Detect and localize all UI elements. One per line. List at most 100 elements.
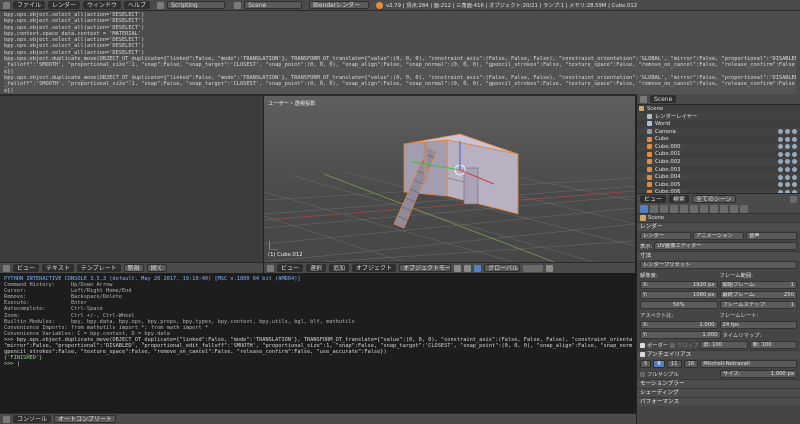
scene-tab-icon[interactable] xyxy=(660,205,668,213)
frame-step-field[interactable]: フレームステップ: 1 xyxy=(719,301,797,309)
eye-icon[interactable] xyxy=(778,159,783,165)
layer-buttons-icon[interactable] xyxy=(523,264,544,272)
pivot-point-icon[interactable] xyxy=(464,264,472,272)
select-arrow-icon[interactable] xyxy=(785,174,790,180)
text-editor-area[interactable] xyxy=(0,96,263,262)
camera-render-icon[interactable] xyxy=(792,151,797,157)
border-checkbox[interactable] xyxy=(640,342,645,348)
frame-end-field[interactable]: 最終フレーム: 250 xyxy=(719,291,797,299)
full-sample-checkbox[interactable] xyxy=(640,371,645,377)
scene-icon[interactable] xyxy=(234,1,242,9)
outliner-item[interactable]: Cube.002 xyxy=(637,158,800,166)
render-image-button[interactable]: レンダー xyxy=(640,232,691,240)
menu-add[interactable]: 追加 xyxy=(329,264,350,272)
aa-samples-8[interactable]: 8 xyxy=(653,360,665,368)
outliner-tree[interactable]: Scene レンダーレイヤー World Camera Cube Cube.000 Cube… xyxy=(637,105,800,193)
menu-text[interactable]: テキスト xyxy=(42,264,74,272)
editor-type-icon[interactable] xyxy=(267,264,274,272)
viewport-shading-icon[interactable] xyxy=(454,264,462,272)
resolution-y-field[interactable]: Y: 1080 px xyxy=(640,291,718,299)
shading-panel-header[interactable]: シェーディング xyxy=(637,388,800,397)
anti-aliasing-checkbox[interactable] xyxy=(640,352,645,357)
texture-tab-icon[interactable] xyxy=(730,205,738,213)
select-arrow-icon[interactable] xyxy=(785,167,790,173)
camera-render-icon[interactable] xyxy=(792,144,797,150)
manipulator-icon[interactable] xyxy=(474,264,482,272)
area-divider[interactable] xyxy=(263,96,264,273)
outliner-item[interactable]: Cube.000 xyxy=(637,142,800,151)
info-log[interactable]: bpy.ops.object.select_all(action='DESELE… xyxy=(0,11,800,94)
outliner-item[interactable]: レンダーレイヤー xyxy=(637,112,800,120)
menu-console[interactable]: コンソール xyxy=(13,415,52,423)
menu-templates[interactable]: テンプレート xyxy=(76,264,121,272)
menu-window[interactable]: ウィンドウ xyxy=(83,1,122,9)
scene-filter-select[interactable]: 全てのシーン xyxy=(692,195,737,203)
menu-file[interactable]: ファイル xyxy=(13,1,46,9)
object-tab-icon[interactable] xyxy=(680,205,688,213)
visibility-toggles[interactable] xyxy=(778,136,800,142)
scene-select[interactable]: Scene xyxy=(244,1,303,9)
resolution-x-field[interactable]: X: 1920 px xyxy=(640,281,718,289)
modifiers-tab-icon[interactable] xyxy=(700,205,708,213)
search-icon[interactable] xyxy=(790,195,797,203)
properties-editor[interactable]: Scene レンダー レンダー アニメーション 音声 表示: UV画像エディター… xyxy=(637,204,800,424)
outliner-item[interactable]: Cube xyxy=(637,135,800,143)
eye-icon[interactable] xyxy=(778,174,783,180)
outliner-item[interactable]: Cube.004 xyxy=(637,173,800,181)
select-arrow-icon[interactable] xyxy=(785,144,790,150)
aspect-x-field[interactable]: X: 1.000 xyxy=(640,321,718,329)
dimensions-panel-header[interactable]: 寸法 xyxy=(637,251,800,260)
aa-filter-select[interactable]: Mitchell-Netravali xyxy=(700,360,797,368)
camera-render-icon[interactable] xyxy=(792,174,797,180)
aspect-y-field[interactable]: Y: 1.000 xyxy=(640,331,721,339)
visibility-toggles[interactable] xyxy=(778,151,800,157)
outliner-item[interactable]: Camera xyxy=(637,127,800,136)
world-tab-icon[interactable] xyxy=(670,205,678,213)
menu-help[interactable]: ヘルプ xyxy=(124,1,151,9)
editor-type-icon[interactable] xyxy=(3,264,10,272)
visibility-toggles[interactable] xyxy=(778,159,800,165)
render-layers-tab-icon[interactable] xyxy=(650,205,658,213)
menu-object[interactable]: オブジェクト xyxy=(352,264,397,272)
visibility-toggles[interactable] xyxy=(778,182,800,188)
eye-icon[interactable] xyxy=(778,136,783,142)
render-tab-icon[interactable] xyxy=(640,205,648,213)
select-arrow-icon[interactable] xyxy=(785,129,790,135)
material-tab-icon[interactable] xyxy=(720,205,728,213)
eye-icon[interactable] xyxy=(778,182,783,188)
outliner-item[interactable]: World xyxy=(637,120,800,128)
menu-select[interactable]: 選択 xyxy=(306,264,327,272)
3d-viewport[interactable]: ユーザー・透視投影 (1) Cube.012 xyxy=(264,96,635,262)
visibility-toggles[interactable] xyxy=(778,144,800,150)
menu-search[interactable]: 検索 xyxy=(669,195,690,203)
editor-type-icon[interactable] xyxy=(3,415,10,423)
eye-icon[interactable] xyxy=(778,144,783,150)
motion-blur-panel-header[interactable]: モーションブラー xyxy=(637,379,800,388)
frame-start-field[interactable]: 開始フレーム: 1 xyxy=(719,281,797,289)
open-text-button[interactable]: 開く xyxy=(146,264,167,272)
menu-render[interactable]: レンダー xyxy=(48,1,81,9)
performance-panel-header[interactable]: パフォーマンス xyxy=(637,397,800,406)
select-arrow-icon[interactable] xyxy=(785,182,790,188)
outliner-item[interactable]: Cube.005 xyxy=(637,181,800,189)
render-preset-select[interactable]: レンダープリセット xyxy=(640,261,797,269)
python-console[interactable]: PYTHON INTERACTIVE CONSOLE 3.5.3 (defaul… xyxy=(0,273,636,413)
menu-view[interactable]: ビュー xyxy=(277,264,304,272)
outliner-item[interactable]: Cube.001 xyxy=(637,151,800,159)
transform-orientation-select[interactable]: グローバル xyxy=(484,264,521,272)
screen-layout-icon[interactable] xyxy=(157,1,165,9)
filter-size-field[interactable]: サイズ: 1.000 px xyxy=(720,370,797,378)
aa-samples-11[interactable]: 11 xyxy=(666,360,682,368)
aa-samples-5[interactable]: 5 xyxy=(640,360,652,368)
camera-render-icon[interactable] xyxy=(792,136,797,142)
eye-icon[interactable] xyxy=(778,167,783,173)
camera-render-icon[interactable] xyxy=(792,182,797,188)
editor-type-icon[interactable] xyxy=(640,95,647,103)
menu-view[interactable]: ビュー xyxy=(640,195,667,203)
fps-select[interactable]: 24 fps xyxy=(719,321,797,329)
visibility-toggles[interactable] xyxy=(778,129,800,135)
snap-icon[interactable] xyxy=(546,264,554,272)
particles-tab-icon[interactable] xyxy=(740,205,748,213)
mode-select[interactable]: オブジェクトモード xyxy=(399,264,452,272)
display-select[interactable]: UV画像エディター xyxy=(654,242,797,250)
